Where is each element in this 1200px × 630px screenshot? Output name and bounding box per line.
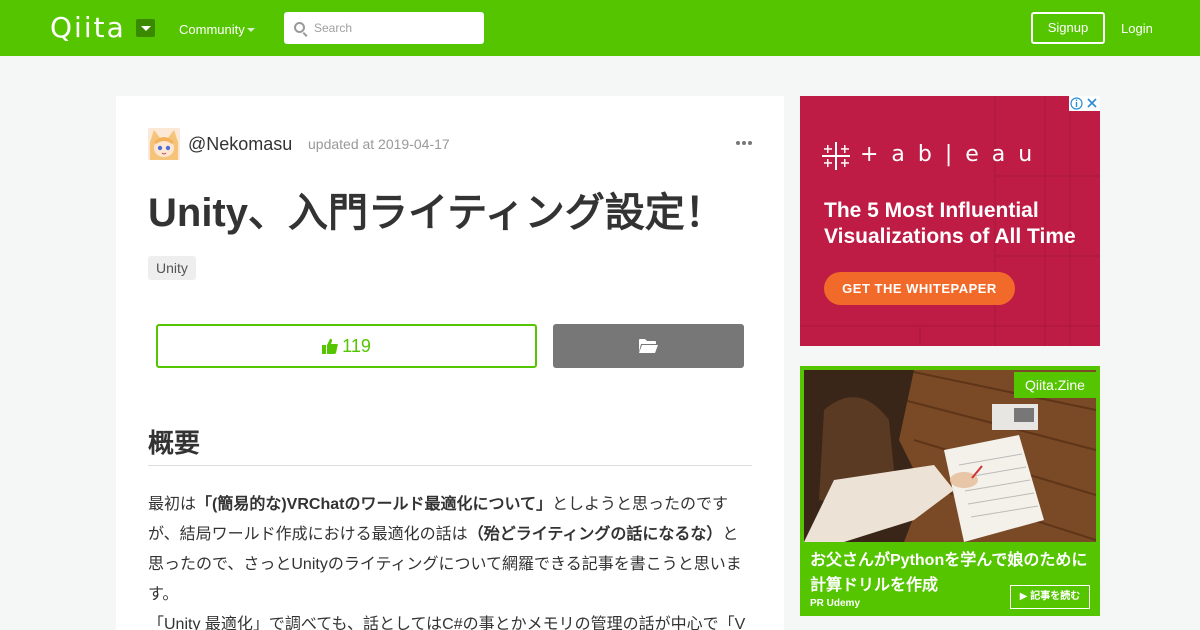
folder-open-icon [639,339,658,353]
chevron-down-icon [247,28,255,32]
body-text: 思ったので、さっとUnityのライティングについて網羅できる記事を書こうと思いま [148,556,742,573]
ad-choices-icon[interactable] [1069,96,1100,111]
tableau-ad[interactable]: + a b | e a u The 5 Most Influential Vis… [800,96,1100,346]
body-bold-text: （殆どライティングの話になるな） [467,526,723,543]
top-header: Qiita Community Signup Login [0,0,1200,56]
body-text: す。 [148,586,179,603]
tag-unity[interactable]: Unity [148,256,196,280]
article-card: @Nekomasu updated at 2019-04-17 Unity、入門… [116,96,784,630]
body-text: 最初は [148,496,197,513]
body-text: が、結局ワールド作成における最適化の話は [148,526,468,543]
tableau-wordmark: + a b | e a u [860,142,1036,167]
community-menu[interactable]: Community [179,22,245,38]
search-input[interactable] [314,12,479,44]
stock-button[interactable] [553,324,744,368]
qiita-logo[interactable]: Qiita [50,13,126,43]
body-text: 「Unity 最適化」で調べても、話としてはC#の事とかメモリの管理の話が中心で… [148,616,746,630]
article-body: 最初は「(簡易的な)VRChatのワールド最適化について」としようと思ったのです… [148,490,752,630]
read-article-button[interactable]: ▶ 記事を読む [1010,585,1090,609]
like-count: 119 [342,336,371,356]
signup-button[interactable]: Signup [1031,12,1105,44]
thumbs-up-icon [322,338,339,354]
author-name[interactable]: @Nekomasu [188,134,292,154]
login-link[interactable]: Login [1121,21,1153,37]
search-icon [294,22,305,33]
section-heading: 概要 [148,426,752,466]
qiita-zine-ad[interactable]: Qiita:Zine お父さんがPythonを学んで娘のために計算ドリルを作成 … [800,366,1100,616]
chevron-down-icon[interactable] [136,19,155,37]
body-bold-text: 「(簡易的な)VRChatのワールド最適化について」 [196,496,552,513]
updated-date: updated at 2019-04-17 [308,136,450,152]
search-box [284,12,484,44]
like-button[interactable]: 119 [156,324,537,368]
whitepaper-cta-button[interactable]: GET THE WHITEPAPER [824,272,1015,305]
avatar[interactable] [148,128,180,160]
page-title: Unity、入門ライティング設定！ [148,191,725,235]
qiita-zine-logo: Qiita:Zine [1014,372,1096,398]
body-text: としようと思ったのです [551,496,728,513]
ad-sponsor-label: PR Udemy [810,598,861,609]
ad-headline: The 5 Most Influential Visualizations of… [824,199,1076,248]
more-options-icon[interactable] [736,141,752,147]
body-text: と [722,526,739,543]
